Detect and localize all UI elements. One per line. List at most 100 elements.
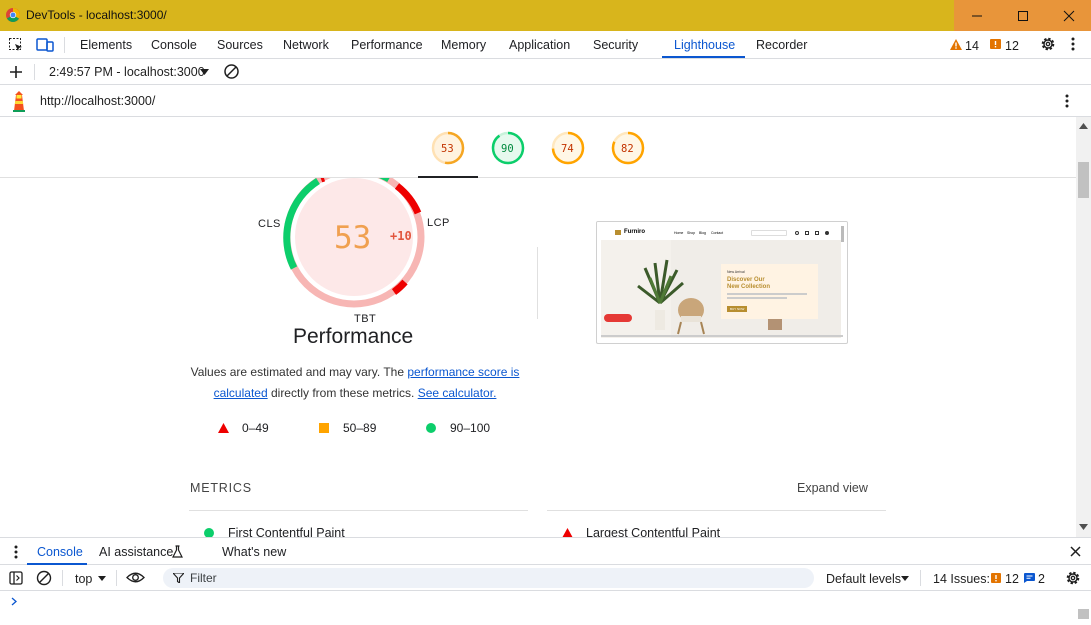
toolbar-divider	[116, 570, 117, 586]
warning-count[interactable]: 14	[965, 39, 979, 53]
device-toolbar-icon[interactable]	[36, 37, 54, 53]
tab-network[interactable]: Network	[283, 38, 329, 52]
screenshot-nav-shop: Shop	[687, 231, 696, 235]
drawer-menu-icon[interactable]	[13, 545, 19, 559]
lighthouse-toolbar: 2:49:57 PM - localhost:3000	[0, 59, 1091, 85]
small-score-performance[interactable]: 53	[441, 143, 454, 155]
inspect-element-icon[interactable]	[8, 37, 24, 53]
drawer-tab-ai-assistance[interactable]: AI assistance	[99, 545, 173, 559]
new-report-plus-icon[interactable]	[9, 65, 23, 79]
devtools-tab-bar: Elements Console Sources Network Perform…	[0, 31, 1091, 59]
console-output-area[interactable]	[0, 591, 1091, 625]
experiment-flask-icon	[172, 545, 183, 558]
tab-sources[interactable]: Sources	[217, 38, 263, 52]
log-levels-dropdown[interactable]: Default levels	[826, 572, 901, 586]
report-url-bar: http://localhost:3000/	[0, 85, 1091, 117]
screenshot-nav-home: Home	[674, 231, 684, 235]
tbt-label: TBT	[354, 313, 377, 325]
metric-lcp: Largest Contentful Paint	[586, 526, 721, 537]
filter-funnel-icon	[173, 573, 184, 583]
tab-memory[interactable]: Memory	[441, 38, 486, 52]
issue-count[interactable]: 12	[1005, 39, 1019, 53]
performance-score: 53	[334, 220, 372, 256]
close-icon	[1063, 10, 1075, 21]
tab-recorder[interactable]: Recorder	[756, 38, 807, 52]
context-selector[interactable]: top	[75, 572, 92, 586]
maximize-button[interactable]	[1000, 0, 1046, 31]
report-menu-icon[interactable]	[1064, 93, 1070, 109]
cls-label: CLS	[258, 218, 281, 230]
close-window-button[interactable]	[1046, 0, 1091, 31]
more-options-icon[interactable]	[1070, 36, 1076, 52]
console-prompt-chevron-icon	[11, 597, 17, 606]
metrics-divider-right	[547, 510, 886, 511]
performance-title: Performance	[293, 325, 414, 348]
drawer-tab-console[interactable]: Console	[37, 545, 83, 559]
screenshot-hero-kicker: New Arrival	[727, 270, 745, 274]
toolbar-divider	[920, 570, 921, 586]
pass-circle-icon	[426, 423, 436, 433]
screenshot-hero-title-1: Discover Our	[727, 277, 765, 283]
clear-all-icon[interactable]	[223, 63, 240, 80]
see-calculator-link[interactable]: See calculator.	[418, 386, 497, 400]
console-settings-gear-icon[interactable]	[1065, 570, 1081, 586]
drawer-tab-whats-new[interactable]: What's new	[222, 545, 286, 559]
issue-info-count[interactable]: 2	[1038, 572, 1045, 586]
live-expression-eye-icon[interactable]	[126, 571, 145, 584]
fail-triangle-icon	[218, 423, 229, 433]
tab-application[interactable]: Application	[509, 38, 570, 52]
screenshot-brand: Furniro	[624, 229, 645, 235]
score-gauge-strip: 53 90 74 82	[0, 117, 1076, 178]
tab-elements[interactable]: Elements	[80, 38, 132, 52]
issues-label[interactable]: 14 Issues:	[933, 572, 990, 586]
small-score-seo[interactable]: 82	[621, 143, 634, 155]
toolbar-divider	[62, 570, 63, 586]
tab-security[interactable]: Security	[593, 38, 638, 52]
window-title-bar: DevTools - localhost:3000/	[0, 0, 1091, 31]
issue-flag-icon	[990, 39, 1001, 49]
info-message-icon	[1024, 573, 1035, 583]
report-url: http://localhost:3000/	[40, 94, 156, 108]
screenshot-hero-button: BUY NOW	[730, 307, 745, 311]
minimize-button[interactable]	[954, 0, 1000, 31]
close-drawer-icon[interactable]	[1070, 546, 1081, 557]
console-toolbar: top Filter Default levels 14 Issues: 12 …	[0, 565, 1091, 591]
dropdown-arrow-icon[interactable]	[200, 69, 209, 75]
active-gauge-indicator	[418, 176, 478, 178]
score-delta: +10	[390, 229, 412, 243]
scroll-down-arrow-icon[interactable]	[1079, 524, 1088, 530]
tab-performance[interactable]: Performance	[351, 38, 423, 52]
lcp-label: LCP	[427, 217, 450, 229]
page-screenshot-thumbnail[interactable]: Furniro Home Shop Blog Contact New Arriv…	[596, 221, 848, 344]
metrics-divider-left	[189, 510, 528, 511]
window-title: DevTools - localhost:3000/	[26, 8, 167, 22]
tab-lighthouse[interactable]: Lighthouse	[674, 38, 735, 52]
clear-console-icon[interactable]	[36, 570, 52, 586]
settings-gear-icon[interactable]	[1040, 36, 1056, 52]
issue-warning-count[interactable]: 12	[1005, 572, 1019, 586]
red-marker-arc	[319, 174, 326, 183]
description-text-2: directly from these metrics.	[267, 385, 418, 400]
small-score-accessibility[interactable]: 90	[501, 143, 514, 155]
description-text: Values are estimated and may vary. The	[190, 365, 408, 379]
performance-description: Values are estimated and may vary. The p…	[190, 362, 520, 403]
warning-icon	[950, 39, 962, 50]
small-score-best-practices[interactable]: 74	[561, 143, 574, 155]
toolbar-divider	[64, 37, 65, 53]
drawer-tab-bar: Console AI assistance What's new	[0, 537, 1091, 565]
console-scrollbar-thumb[interactable]	[1078, 609, 1089, 619]
issue-flag-icon	[991, 573, 1001, 583]
scrollbar-thumb[interactable]	[1078, 162, 1089, 198]
dropdown-arrow-icon[interactable]	[901, 576, 909, 581]
report-selector[interactable]: 2:49:57 PM - localhost:3000	[49, 65, 205, 79]
tab-console[interactable]: Console	[151, 38, 197, 52]
console-filter-input[interactable]: Filter	[163, 568, 814, 588]
lighthouse-logo-icon	[13, 91, 25, 112]
sidebar-toggle-icon[interactable]	[9, 571, 23, 585]
dropdown-arrow-icon[interactable]	[98, 576, 106, 581]
expand-view-toggle[interactable]: Expand view	[797, 481, 868, 495]
scroll-up-arrow-icon[interactable]	[1079, 123, 1088, 129]
chrome-logo-icon	[6, 8, 20, 22]
screenshot-nav-blog: Blog	[699, 231, 707, 235]
screenshot-nav-contact: Contact	[711, 231, 724, 235]
